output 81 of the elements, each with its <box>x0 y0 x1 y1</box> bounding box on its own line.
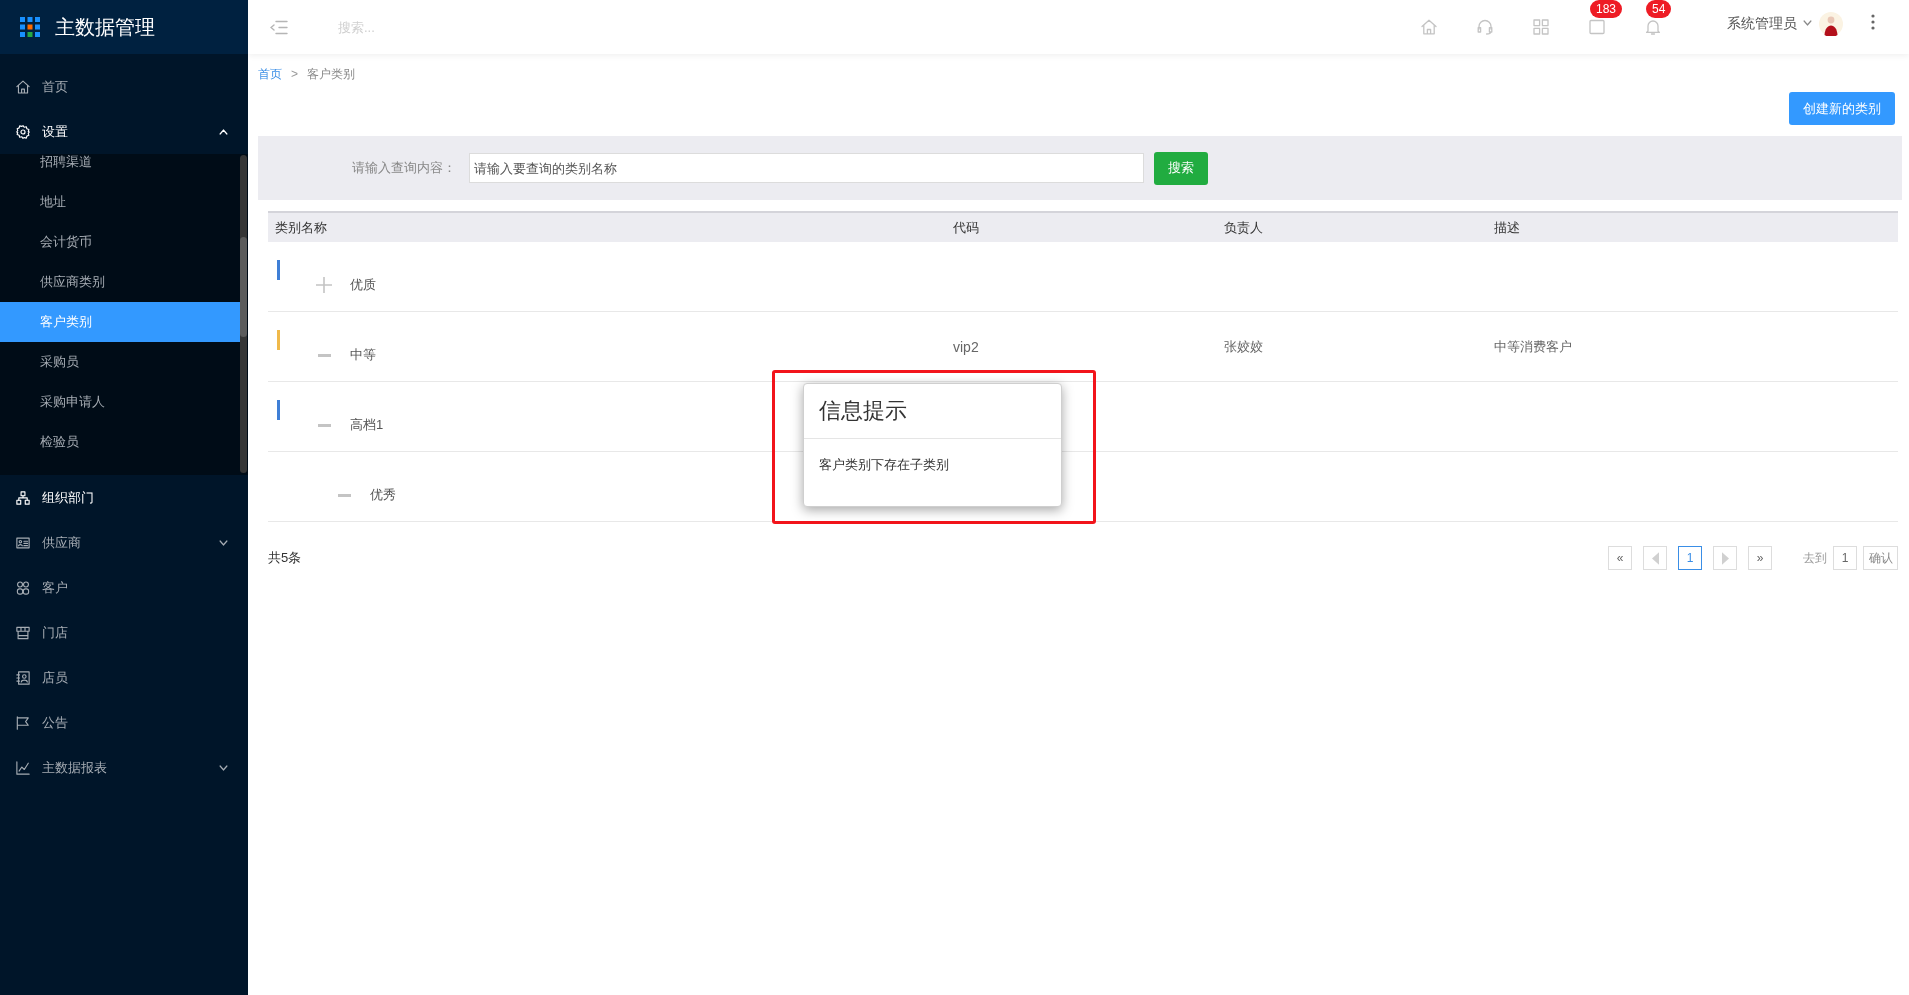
breadcrumb-link[interactable]: 首页 <box>258 66 282 82</box>
app-title: 主数据管理 <box>55 15 155 40</box>
toolbar-button[interactable] <box>1477 19 1493 35</box>
chevron-down-icon <box>1803 20 1812 26</box>
previous-page-button[interactable] <box>1643 546 1667 570</box>
submenu-item[interactable]: 检验员 <box>0 422 240 462</box>
caret-left-icon <box>1651 551 1659 565</box>
minus-icon[interactable] <box>317 423 331 427</box>
table-row[interactable]: 中等 vip2 张姣姣 中等消费客户 <box>268 312 1898 382</box>
menu-item[interactable]: 客户 <box>0 565 248 610</box>
submenu-item[interactable]: 供应商类别 <box>0 262 240 302</box>
contact-card-icon <box>16 670 30 685</box>
breadcrumb-current: 客户类别 <box>307 66 355 82</box>
headset-icon <box>1477 19 1493 35</box>
submenu-item[interactable]: 地址 <box>0 182 240 222</box>
submenu-item[interactable]: 会计货币 <box>0 222 240 262</box>
square-icon <box>1589 19 1605 35</box>
column-header: 负责人 <box>1223 218 1264 237</box>
column-header: 代码 <box>952 218 980 237</box>
menu-item[interactable]: 设置 <box>0 109 248 154</box>
toolbar-button[interactable] <box>1645 19 1661 35</box>
id-card-icon <box>16 535 30 550</box>
flag-icon <box>16 715 30 730</box>
table-cell: vip2 <box>953 338 979 355</box>
home-icon <box>1421 19 1437 35</box>
table-cell: 中等 <box>350 346 376 364</box>
menu-item[interactable]: 组织部门 <box>0 475 248 520</box>
next-page-button[interactable] <box>1713 546 1737 570</box>
toolbar-button[interactable] <box>1533 19 1549 35</box>
menu-item[interactable]: 首页 <box>0 64 248 109</box>
more-icon[interactable] <box>1871 14 1875 30</box>
submenu-item[interactable]: 采购员 <box>0 342 240 382</box>
hierarchy-icon <box>16 490 30 505</box>
grid-icon <box>1533 19 1549 35</box>
users-icon <box>16 580 30 595</box>
minus-icon[interactable] <box>317 353 331 357</box>
user-menu[interactable]: 系统管理员 <box>1727 14 1812 32</box>
table-row[interactable]: 优质 <box>268 242 1898 312</box>
confirm-button[interactable]: 确认 <box>1863 546 1898 570</box>
menu-item[interactable]: 店员 <box>0 655 248 700</box>
page-button[interactable]: 1 <box>1678 546 1702 570</box>
menu-item[interactable]: 供应商 <box>0 520 248 565</box>
dialog-title: 信息提示 <box>804 384 1061 439</box>
settings-icon <box>16 124 30 139</box>
table-cell: 中等消费客户 <box>1494 337 1572 356</box>
page-number-field[interactable]: 1 <box>1833 546 1857 570</box>
submenu-item[interactable]: 招聘渠道 <box>0 154 240 182</box>
count-badge: 183 <box>1590 0 1623 18</box>
menu-item[interactable]: 公告 <box>0 700 248 745</box>
column-header: 类别名称 <box>274 218 328 237</box>
menu-item[interactable]: 门店 <box>0 610 248 655</box>
goto-label: 去到 <box>1803 549 1827 567</box>
minus-icon[interactable] <box>337 493 351 497</box>
total-count: 共5条 <box>268 549 302 567</box>
breadcrumb-separator: > <box>291 66 298 82</box>
scrollbar-thumb[interactable] <box>240 237 247 337</box>
count-badge: 54 <box>1646 0 1672 18</box>
caret-right-icon <box>1721 551 1729 565</box>
line-chart-icon <box>16 760 30 775</box>
search-label: 请输入查询内容： <box>351 159 456 177</box>
submenu-item[interactable]: 采购申请人 <box>0 382 240 422</box>
table-cell: 优质 <box>350 276 376 294</box>
table-cell: 优秀 <box>370 486 396 504</box>
storefront-icon <box>16 625 30 640</box>
table-cell: 高档1 <box>350 416 384 434</box>
toolbar-button[interactable] <box>1589 19 1605 35</box>
menu-fold-icon <box>270 19 288 35</box>
home-icon <box>16 79 30 94</box>
bell-icon <box>1645 19 1661 35</box>
search-input[interactable]: 请输入要查询的类别名称 <box>469 153 1144 183</box>
table-cell: 张姣姣 <box>1224 337 1263 356</box>
dialog-message: 客户类别下存在子类别 <box>818 456 950 474</box>
last-page-button[interactable]: » <box>1748 546 1772 570</box>
toolbar-button[interactable] <box>1421 19 1437 35</box>
first-page-button[interactable]: « <box>1608 546 1632 570</box>
plus-icon[interactable] <box>316 277 332 293</box>
logo-icon <box>20 17 40 37</box>
menu-item[interactable]: 主数据报表 <box>0 745 248 790</box>
column-header: 描述 <box>1493 218 1521 237</box>
menu-fold-button[interactable] <box>270 19 288 35</box>
avatar[interactable] <box>1819 12 1843 36</box>
